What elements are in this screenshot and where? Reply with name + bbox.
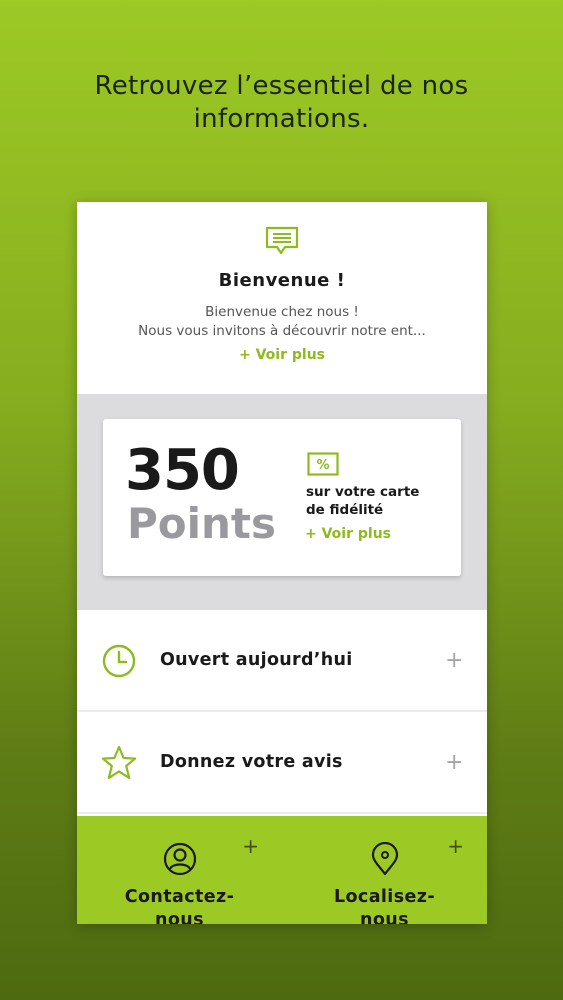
loyalty-more-link[interactable]: + Voir plus [305,526,391,542]
points-label: Points [127,499,277,548]
welcome-line-2: Nous vous invitons à découvrir notre ent… [138,323,426,339]
review-expand-icon[interactable]: + [445,750,463,775]
locate-label-line-1: Localisez- [333,887,436,907]
headline: Retrouvez l’essentiel de nos information… [0,70,563,136]
bottom-tiles: + Contactez- nous + Localisez- nous [77,816,487,924]
opening-hours-label: Ouvert aujourd’hui [160,650,353,670]
welcome-title: Bienvenue ! [218,270,346,291]
headline-line-1: Retrouvez l’essentiel de nos [94,71,469,101]
locate-expand-icon[interactable]: + [447,834,464,858]
review-label: Donnez votre avis [160,752,343,772]
welcome-description: Bienvenue chez nous ! Nous vous invitons… [77,303,487,341]
review-row[interactable]: Donnez votre avis + [77,712,487,814]
loyalty-text-line-1: sur votre carte [306,484,420,500]
loyalty-description: sur votre carte de fidélité [306,483,456,519]
star-icon [101,745,137,780]
locate-label-line-2: nous [360,910,409,924]
opening-hours-expand-icon[interactable]: + [445,648,463,673]
app-screen-panel: Bienvenue ! Bienvenue chez nous ! Nous v… [77,202,487,924]
contact-label-line-1: Contactez- [124,887,235,907]
locate-tile[interactable]: + Localisez- nous [282,816,487,924]
loyalty-card[interactable]: 350 Points % sur votre carte de fidélité… [103,419,461,576]
contact-label-line-2: nous [155,910,204,924]
welcome-section[interactable]: Bienvenue ! Bienvenue chez nous ! Nous v… [77,202,487,394]
points-value: 350 [125,438,240,503]
contact-label: Contactez- nous [77,886,282,924]
contact-tile[interactable]: + Contactez- nous [77,816,282,924]
map-pin-icon [371,842,398,876]
message-icon [265,226,299,255]
loyalty-section: 350 Points % sur votre carte de fidélité… [77,394,487,610]
clock-icon [102,644,136,678]
loyalty-text-line-2: de fidélité [306,502,384,518]
locate-label: Localisez- nous [282,886,487,924]
headline-line-2: informations. [193,104,370,134]
user-icon [163,842,196,876]
opening-hours-row[interactable]: Ouvert aujourd’hui + [77,610,487,712]
welcome-line-1: Bienvenue chez nous ! [205,304,359,320]
contact-expand-icon[interactable]: + [242,834,259,858]
percent-icon: % [307,452,339,476]
svg-text:%: % [316,458,329,473]
welcome-more-link[interactable]: + Voir plus [239,347,325,363]
